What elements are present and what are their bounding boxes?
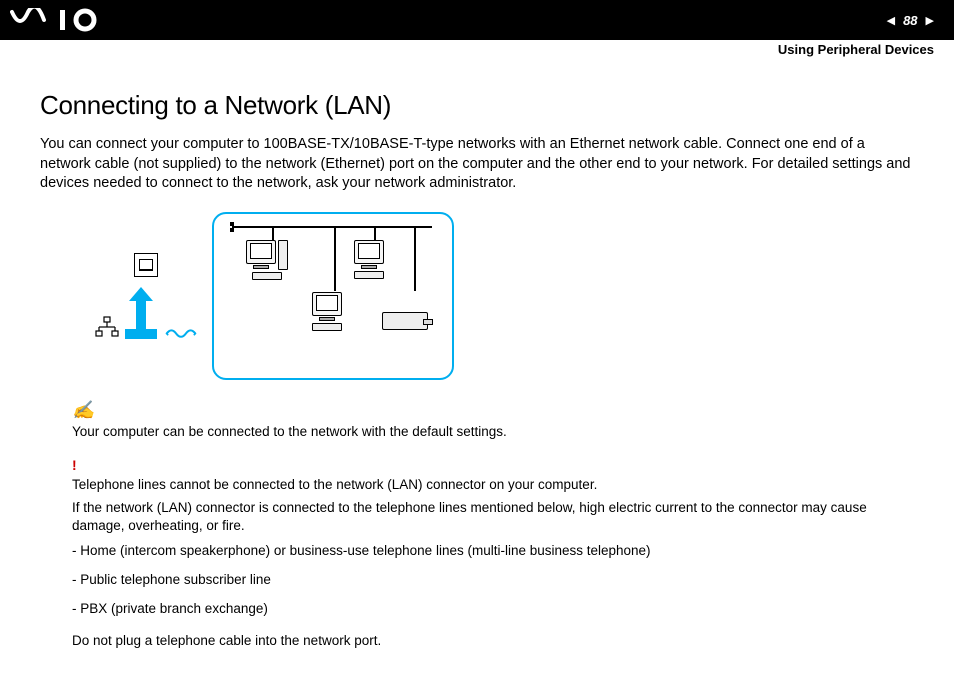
bullet-home-business: - Home (intercom speakerphone) or busine… [72, 542, 914, 561]
bullet-public-line: - Public telephone subscriber line [72, 571, 914, 590]
final-warning: Do not plug a telephone cable into the n… [72, 633, 914, 648]
vaio-logo [10, 8, 120, 32]
page-nav: ◀ 88 ▶ [887, 13, 934, 28]
header-bar: ◀ 88 ▶ [0, 0, 954, 40]
nav-prev-icon[interactable]: ◀ [887, 14, 895, 27]
page-number: 88 [903, 13, 917, 28]
warning-line-1: Telephone lines cannot be connected to t… [72, 476, 914, 495]
ethernet-port-icon [134, 253, 158, 277]
intro-paragraph: You can connect your computer to 100BASE… [40, 135, 914, 194]
bullet-pbx: - PBX (private branch exchange) [72, 600, 914, 619]
network-diagram-box [212, 212, 454, 380]
section-label: Using Peripheral Devices [778, 42, 934, 57]
connection-arrow-icon [125, 287, 157, 339]
warning-line-2: If the network (LAN) connector is connec… [72, 499, 914, 537]
network-topology-icon [95, 315, 119, 339]
cable-icon [165, 325, 197, 339]
warning-icon: ! [72, 457, 77, 473]
nav-next-icon[interactable]: ▶ [926, 14, 934, 27]
lan-diagram [95, 212, 914, 380]
page-title: Connecting to a Network (LAN) [40, 90, 914, 121]
tip-text: Your computer can be connected to the ne… [72, 424, 507, 439]
note-icon: ✍ [72, 400, 94, 420]
